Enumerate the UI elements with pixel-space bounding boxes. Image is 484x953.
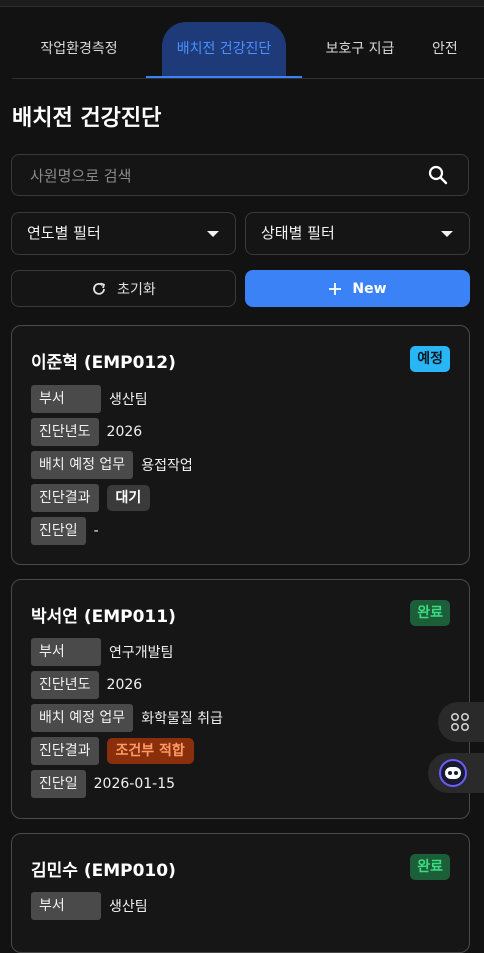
year-label: 진단년도 xyxy=(31,418,99,446)
assistant-icon xyxy=(439,759,467,787)
date-label: 진단일 xyxy=(31,770,86,798)
year-value: 2026 xyxy=(106,677,143,693)
reset-button-label: 초기화 xyxy=(117,281,156,298)
record-card[interactable]: 김민수 (EMP010) 완료 부서 생산팀 xyxy=(11,833,470,953)
date-label: 진단일 xyxy=(31,517,86,545)
task-label: 배치 예정 업무 xyxy=(31,451,134,479)
status-badge: 완료 xyxy=(410,600,450,626)
tab-protective-equipment[interactable]: 보호구 지급 xyxy=(302,22,418,76)
plus-icon xyxy=(329,282,342,295)
task-label: 배치 예정 업무 xyxy=(31,704,134,732)
top-bar xyxy=(0,0,484,7)
dept-value: 생산팀 xyxy=(109,899,148,915)
refresh-icon xyxy=(93,282,106,295)
search-box xyxy=(11,154,469,197)
status-filter-select[interactable]: 상태별 필터 xyxy=(245,212,470,255)
dept-value: 생산팀 xyxy=(109,392,148,408)
year-value: 2026 xyxy=(106,424,143,440)
result-chip: 대기 xyxy=(106,485,151,511)
tab-work-environment[interactable]: 작업환경측정 xyxy=(12,22,146,76)
status-badge: 완료 xyxy=(410,854,450,880)
tab-safety[interactable]: 안전 xyxy=(432,22,484,76)
employee-name: 김민수 (EMP010) xyxy=(31,861,176,881)
new-button[interactable]: New xyxy=(245,270,470,307)
record-card[interactable]: 이준혁 (EMP012) 예정 부서 생산팀 진단년도 2026 배치 예정 업… xyxy=(11,325,470,565)
year-filter-label: 연도별 필터 xyxy=(27,224,101,242)
date-value: - xyxy=(93,523,99,539)
new-button-label: New xyxy=(352,280,387,297)
caret-down-icon xyxy=(207,231,219,237)
tab-bar: 작업환경측정 배치전 건강진단 보호구 지급 안전 xyxy=(12,22,484,79)
record-card[interactable]: 박서연 (EMP011) 완료 부서 연구개발팀 진단년도 2026 배치 예정… xyxy=(11,579,470,819)
dept-label: 부서 xyxy=(31,638,101,666)
task-value: 화학물질 취급 xyxy=(141,711,223,727)
dept-label: 부서 xyxy=(31,892,101,920)
task-value: 용접작업 xyxy=(141,458,193,474)
search-icon[interactable] xyxy=(428,165,448,185)
page-title: 배치전 건강진단 xyxy=(12,106,162,131)
result-label: 진단결과 xyxy=(31,737,99,765)
tab-pre-placement-health-check[interactable]: 배치전 건강진단 xyxy=(146,22,302,78)
employee-name: 이준혁 (EMP012) xyxy=(31,353,176,373)
dept-value: 연구개발팀 xyxy=(109,645,174,661)
status-badge: 예정 xyxy=(410,346,450,372)
caret-down-icon xyxy=(441,231,453,237)
year-filter-select[interactable]: 연도별 필터 xyxy=(11,212,236,255)
date-value: 2026-01-15 xyxy=(93,776,176,792)
year-label: 진단년도 xyxy=(31,671,99,699)
status-filter-label: 상태별 필터 xyxy=(261,224,335,242)
result-chip: 조건부 적합 xyxy=(106,738,194,764)
assistant-fab[interactable] xyxy=(428,753,484,793)
search-input[interactable] xyxy=(28,155,412,197)
dept-label: 부서 xyxy=(31,385,101,413)
result-label: 진단결과 xyxy=(31,484,99,512)
grid-icon xyxy=(450,712,470,732)
reset-button[interactable]: 초기화 xyxy=(11,270,236,307)
apps-fab[interactable] xyxy=(438,702,484,742)
employee-name: 박서연 (EMP011) xyxy=(31,607,176,627)
tab-label: 배치전 건강진단 xyxy=(176,41,272,57)
